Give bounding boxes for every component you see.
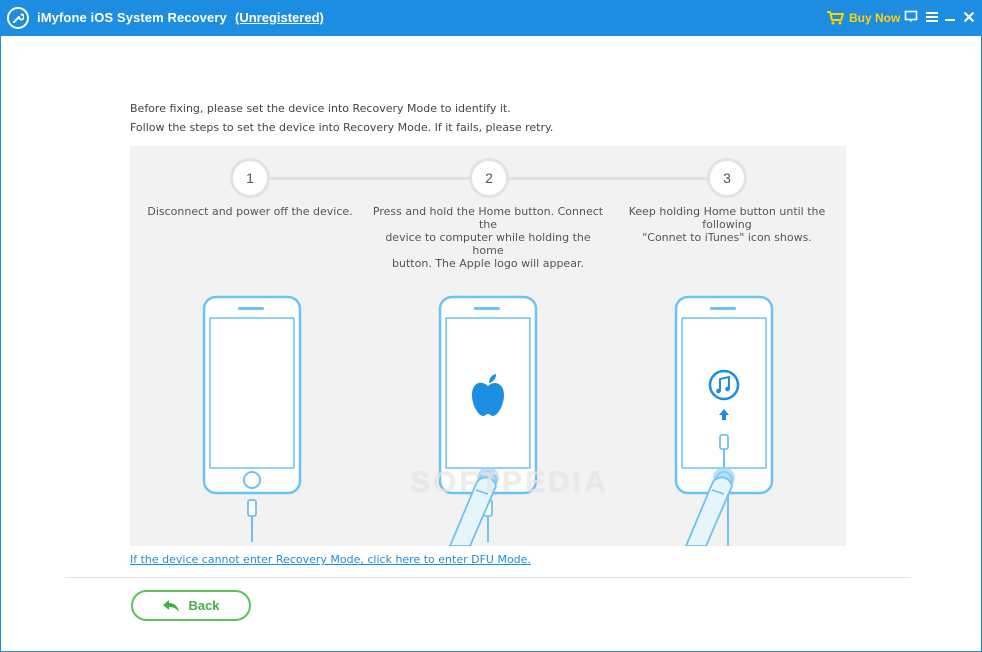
step-3-text-line: Keep holding Home button until the follo… — [628, 205, 826, 231]
itunes-icon — [708, 369, 740, 401]
step-2-text-line: Press and hold the Home button. Connect … — [372, 205, 604, 231]
back-arrow-icon — [163, 599, 180, 612]
close-icon[interactable] — [962, 10, 978, 26]
step-2-text-line: device to computer while holding the hom… — [385, 231, 591, 257]
step-description-3: Keep holding Home button until the follo… — [609, 205, 845, 244]
footer-divider — [65, 577, 911, 578]
menu-icon[interactable] — [925, 10, 941, 26]
feedback-icon[interactable] — [904, 10, 920, 26]
back-label: Back — [188, 598, 220, 613]
registration-status-link[interactable]: (Unregistered) — [235, 10, 324, 25]
minimize-icon[interactable] — [943, 10, 959, 26]
app-title: iMyfone iOS System Recovery — [37, 10, 227, 25]
buy-now-label: Buy Now — [849, 11, 901, 25]
step-1-text-line: Disconnect and power off the device. — [147, 205, 353, 218]
step-connector — [507, 177, 709, 180]
dfu-mode-link[interactable]: If the device cannot enter Recovery Mode… — [130, 553, 531, 566]
buy-now-button[interactable]: Buy Now — [826, 9, 900, 27]
step-connector — [268, 177, 471, 180]
phone-apple-logo-illustration — [438, 295, 538, 546]
wrench-icon — [7, 7, 29, 29]
phone-itunes-illustration — [674, 295, 774, 546]
cart-icon — [827, 11, 844, 25]
instruction-line-1: Before fixing, please set the device int… — [130, 102, 511, 115]
step-3-text-line: "Connet to iTunes" icon shows. — [642, 231, 812, 244]
softpedia-watermark: SOFTPEDIA — [410, 466, 609, 499]
lightning-cable — [247, 499, 257, 542]
step-number-1: 1 — [230, 158, 270, 198]
step-number-2: 2 — [469, 158, 509, 198]
step-2-text-line: button. The Apple logo will appear. — [392, 257, 584, 270]
back-button[interactable]: Back — [131, 590, 251, 621]
step-number-3: 3 — [707, 158, 747, 198]
instruction-line-2: Follow the steps to set the device into … — [130, 121, 554, 134]
phone-powered-off-illustration — [202, 295, 302, 542]
step-description-1: Disconnect and power off the device. — [132, 205, 368, 218]
step-description-2: Press and hold the Home button. Connect … — [370, 205, 606, 270]
title-bar: iMyfone iOS System Recovery (Unregistere… — [0, 0, 982, 36]
